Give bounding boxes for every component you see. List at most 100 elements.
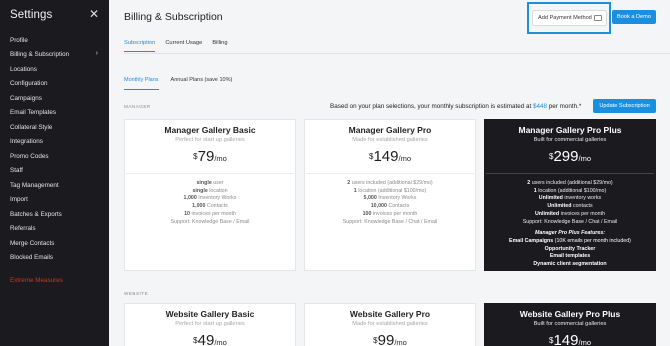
settings-sidebar: Settings ✕ Profile Billing & Subscriptio… [0,0,109,346]
sidebar-item-referrals[interactable]: Referrals [0,222,109,237]
price-period: /mo [214,338,227,346]
tab-current-usage[interactable]: Current Usage [165,40,202,52]
feature-line: 10,000 Contacts [370,203,410,210]
credit-card-icon [594,15,602,21]
plan-card-manager-pro[interactable]: Manager Gallery Pro Made for established… [304,119,476,271]
plan-card-manager-pro-plus[interactable]: Manager Gallery Pro Plus Built for comme… [484,119,656,271]
plan-title: Manager Gallery Basic [164,125,256,135]
sidebar-item-collateral-style[interactable]: Collateral Style [0,120,109,135]
sidebar-item-label: Locations [10,65,37,73]
add-payment-method-button[interactable]: Add Payment Method [532,10,607,26]
sidebar-item-label: Staff [10,167,23,175]
divider [126,173,294,174]
price-amount: 149 [373,148,399,165]
sidebar-item-staff[interactable]: Staff [0,164,109,179]
sidebar-title: Settings [10,9,53,21]
plan-price: $79/mo [125,148,295,166]
plan-title: Website Gallery Basic [165,309,255,319]
sidebar-item-promo-codes[interactable]: Promo Codes [0,149,109,164]
plan-card-website-pro-plus[interactable]: Website Gallery Pro Plus Built for comme… [484,303,656,346]
price-period: /mo [578,154,591,163]
pro-plus-features-heading: Manager Pro Plus Features: [534,230,606,237]
plan-subtitle: Built for commercial galleries [533,137,607,143]
plan-price: $149/mo [485,332,655,346]
sidebar-item-locations[interactable]: Locations [0,62,109,77]
price-amount: 149 [553,332,579,346]
estimate-prefix: Based on your plan selections, your mont… [330,103,534,110]
sidebar-item-configuration[interactable]: Configuration [0,77,109,92]
plan-price: $149/mo [305,148,475,166]
main-content: Billing & Subscription Add Payment Metho… [109,0,670,346]
pro-plus-feature: Dynamic client segmentation [533,261,607,268]
plan-title: Manager Gallery Pro [348,125,432,135]
plan-card-website-pro[interactable]: Website Gallery Pro Made for established… [304,303,476,346]
divider [486,173,654,174]
feature-line: 5,000 Inventory Works [363,195,417,202]
sidebar-item-label: Extreme Measures [10,277,63,285]
sidebar-item-label: Billing & Subscription [10,51,70,59]
sidebar-item-billing[interactable]: Billing & Subscription › [0,48,109,63]
sidebar-item-batches-exports[interactable]: Batches & Exports [0,207,109,222]
price-amount: 299 [553,148,579,165]
estimate-suffix: per month.* [547,103,582,110]
plan-card-manager-basic[interactable]: Manager Gallery Basic Perfect for start … [124,119,296,271]
sidebar-item-label: Campaigns [10,94,42,102]
feature-line: single user [196,180,224,186]
sidebar-item-label: Tag Management [10,181,59,189]
estimate-amount: $448 [533,103,548,110]
tab-annual-plans[interactable]: Annual Plans (save 10%) [171,77,233,90]
sidebar-item-label: Promo Codes [10,152,49,160]
feature-line: 2 users included (additional $29/mo) [347,180,433,186]
sidebar-item-profile[interactable]: Profile [0,33,109,48]
feature-line: 10 invoices per month [184,210,236,217]
estimate-text: Based on your plan selections, your mont… [330,103,581,110]
sidebar-item-label: Collateral Style [10,123,53,131]
feature-line: 1,000 Inventory Works [183,195,237,202]
feature-line: 2 users included (additional $29/mo) [527,180,613,186]
pro-plus-feature: Email Campaigns (10K emails per month in… [509,237,631,244]
plan-price: $99/mo [305,333,475,346]
book-demo-button[interactable]: Book a Demo [612,10,656,24]
plan-title: Website Gallery Pro [349,309,431,319]
main-tabs: Subscription Current Usage Billing [124,40,238,52]
sidebar-item-extreme-measures[interactable]: Extreme Measures [0,274,109,289]
divider [306,173,474,174]
update-subscription-button[interactable]: Update Subscription [593,99,656,113]
price-period: /mo [578,338,591,346]
tab-billing[interactable]: Billing [212,40,227,52]
feature-line: 1,000 Contacts [192,203,228,210]
price-period: /mo [398,154,411,163]
sidebar-item-label: Integrations [10,138,43,146]
tabs-divider [124,53,670,54]
feature-line: Unlimited inventory works [538,195,602,202]
sidebar-item-merge-contacts[interactable]: Merge Contacts [0,236,109,251]
section-label-manager: MANAGER [124,104,151,109]
sidebar-item-label: Configuration [10,80,48,88]
tab-monthly-plans[interactable]: Monthly Plans [124,77,159,90]
sidebar-item-tag-management[interactable]: Tag Management [0,178,109,193]
plan-subtitle: Perfect for start up galleries [175,137,245,143]
plan-price: $299/mo [485,148,655,166]
sidebar-item-blocked-emails[interactable]: Blocked Emails [0,251,109,266]
price-amount: 79 [197,148,215,165]
plan-subtitle: Perfect for start up galleries [175,321,245,327]
price-amount: 49 [197,332,215,346]
pro-plus-feature: Email templates [549,253,591,260]
sidebar-item-label: Merge Contacts [10,239,55,247]
plan-period-tabs: Monthly Plans Annual Plans (save 10%) [124,77,244,90]
close-icon[interactable]: ✕ [89,7,99,21]
feature-line: single location [192,187,228,194]
feature-line: Unlimited invoices per month [534,210,606,217]
plan-card-website-basic[interactable]: Website Gallery Basic Perfect for start … [124,303,296,346]
sidebar-item-email-templates[interactable]: Email Templates [0,106,109,121]
feature-line: 1 location (additional $100/mo) [353,187,427,194]
sidebar-item-campaigns[interactable]: Campaigns [0,91,109,106]
feature-line: Unlimited contacts [547,203,593,210]
sidebar-item-integrations[interactable]: Integrations [0,135,109,150]
page-title: Billing & Subscription [124,11,223,23]
plan-subtitle: Made for established galleries [352,137,428,143]
feature-line: Support: Knowledge Base / Email [170,218,250,225]
tab-subscription[interactable]: Subscription [124,40,156,52]
sidebar-item-import[interactable]: Import [0,193,109,208]
pro-plus-feature: Opportunity Tracker [544,245,596,252]
